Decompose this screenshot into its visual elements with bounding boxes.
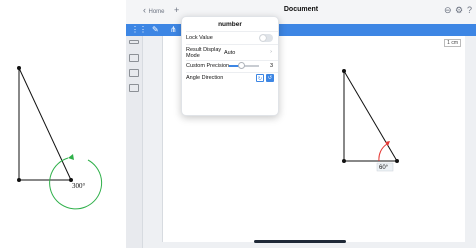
gear-icon[interactable]: ⚙	[455, 5, 463, 16]
result-display-mode-label: Result Display Mode	[186, 47, 222, 59]
document-title: Document	[283, 6, 319, 13]
slider-knob[interactable]	[238, 62, 245, 69]
triangle-hypotenuse	[18, 67, 72, 181]
angle-label: 300°	[72, 182, 86, 190]
result-display-mode-value: Auto	[224, 50, 236, 56]
angle-label: 60°	[379, 165, 389, 171]
title-bar: ‹ Home + Document ⊖ ⚙ ?	[126, 0, 476, 25]
vertex-point[interactable]	[17, 178, 21, 182]
clockwise-icon[interactable]: ↻	[256, 74, 264, 82]
left-sidebar	[126, 36, 143, 248]
chevron-right-icon: ›	[270, 49, 272, 55]
undo-icon[interactable]: ⋮⋮	[131, 25, 147, 34]
custom-precision-label: Custom Precision	[186, 63, 230, 69]
precision-slider[interactable]	[229, 62, 259, 69]
lock-value-toggle[interactable]	[259, 34, 273, 42]
divider	[186, 31, 278, 32]
counterclockwise-icon[interactable]: ↺	[266, 74, 274, 82]
format-icon[interactable]: ⋔	[170, 25, 177, 34]
angle-arc	[378, 143, 388, 162]
geometry-app-window: ‹ Home + Document ⊖ ⚙ ? ⋮⋮ ✎ ⋔ 1 cm 60°	[126, 0, 476, 248]
table-icon[interactable]	[129, 69, 139, 77]
triangle-hypotenuse	[343, 70, 398, 162]
question-icon[interactable]: ?	[467, 5, 472, 15]
vertex-point[interactable]	[395, 159, 399, 163]
grid-icon[interactable]	[129, 40, 139, 44]
popover-title: number	[218, 21, 242, 28]
vertex-point[interactable]	[342, 159, 346, 163]
wrench-icon[interactable]: ✎	[152, 25, 159, 34]
panel-icon[interactable]	[129, 54, 139, 62]
vertex-point[interactable]	[17, 66, 21, 70]
divider	[186, 72, 278, 73]
left-figure-pane: 300°	[0, 0, 126, 248]
left-triangle-figure: 300°	[17, 66, 103, 210]
precision-value: 3	[269, 63, 273, 69]
number-settings-popover: number Lock Value Result Display Mode Au…	[181, 16, 279, 116]
vertex-point[interactable]	[342, 69, 346, 73]
image-icon[interactable]	[129, 84, 139, 92]
close-circle-icon[interactable]: ⊖	[444, 5, 452, 16]
divider	[186, 60, 278, 61]
divider	[186, 44, 278, 45]
angle-arc-arrowhead	[68, 154, 74, 160]
tool-bar: ⋮⋮ ✎ ⋔	[126, 24, 476, 36]
lock-value-label: Lock Value	[186, 35, 213, 41]
home-indicator	[254, 240, 346, 243]
angle-direction-label: Angle Direction	[186, 75, 224, 81]
